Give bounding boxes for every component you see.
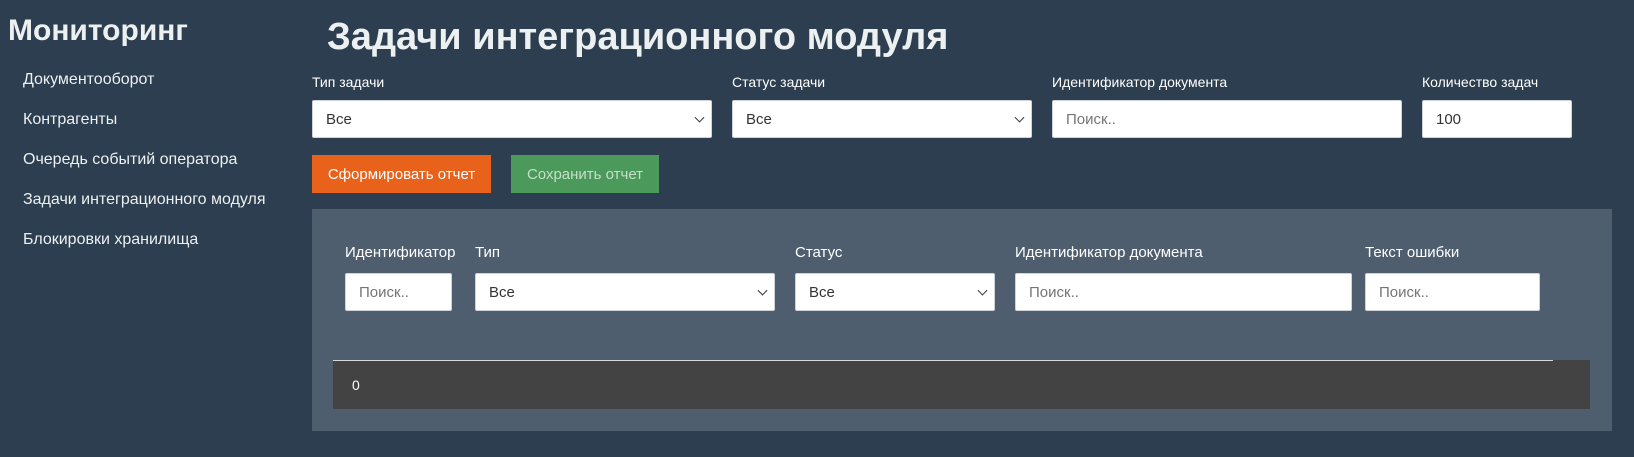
id-filter-placeholder: Поиск.. [359, 283, 409, 301]
app-title: Мониторинг [8, 14, 188, 47]
page-title: Задачи интеграционного модуля [327, 16, 949, 58]
task-status-select[interactable]: Все [732, 100, 1032, 138]
task-status-value: Все [746, 110, 772, 128]
sidebar-item-counterparties[interactable]: Контрагенты [23, 110, 266, 150]
sidebar-item-storage-locks[interactable]: Блокировки хранилища [23, 230, 266, 270]
type-filter-value: Все [489, 283, 515, 301]
col-type-label: Тип [475, 244, 501, 261]
document-id-filter-placeholder: Поиск.. [1029, 283, 1079, 301]
task-status-label: Статус задачи [732, 74, 826, 90]
sidebar-nav: Документооборот Контрагенты Очередь собы… [23, 70, 266, 270]
sidebar-item-document-flow[interactable]: Документооборот [23, 70, 266, 110]
sidebar: Мониторинг Документооборот Контрагенты О… [0, 0, 300, 457]
chevron-down-icon [1014, 112, 1025, 123]
chevron-down-icon [757, 285, 768, 296]
document-id-placeholder: Поиск.. [1066, 110, 1116, 128]
generate-report-button[interactable]: Сформировать отчет [312, 155, 491, 193]
id-filter-input[interactable]: Поиск.. [345, 273, 452, 311]
sidebar-item-operator-event-queue[interactable]: Очередь событий оператора [23, 150, 266, 190]
document-id-label: Идентификатор документа [1052, 74, 1228, 90]
result-row: 0 [333, 360, 1590, 409]
status-filter-select[interactable]: Все [795, 273, 995, 311]
document-id-filter-input[interactable]: Поиск.. [1015, 273, 1352, 311]
table-panel: Идентификатор Поиск.. Тип Все Статус Все… [312, 209, 1612, 431]
type-filter-select[interactable]: Все [475, 273, 775, 311]
task-type-select[interactable]: Все [312, 100, 712, 138]
col-status-label: Статус [795, 244, 843, 261]
error-text-filter-placeholder: Поиск.. [1379, 283, 1429, 301]
col-error-text-label: Текст ошибки [1365, 244, 1460, 261]
result-count: 0 [352, 377, 360, 393]
chevron-down-icon [694, 112, 705, 123]
status-filter-value: Все [809, 283, 835, 301]
error-text-filter-input[interactable]: Поиск.. [1365, 273, 1540, 311]
save-report-button[interactable]: Сохранить отчет [511, 155, 659, 193]
col-document-id-label: Идентификатор документа [1015, 244, 1203, 261]
task-type-value: Все [326, 110, 352, 128]
sidebar-item-integration-tasks[interactable]: Задачи интеграционного модуля [23, 190, 266, 230]
document-id-input[interactable]: Поиск.. [1052, 100, 1402, 138]
task-type-label: Тип задачи [312, 74, 385, 90]
chevron-down-icon [977, 285, 988, 296]
task-count-value: 100 [1436, 110, 1462, 128]
divider [333, 360, 1553, 361]
col-id-label: Идентификатор [345, 244, 456, 261]
task-count-label: Количество задач [1422, 74, 1539, 90]
task-count-input[interactable]: 100 [1422, 100, 1572, 138]
